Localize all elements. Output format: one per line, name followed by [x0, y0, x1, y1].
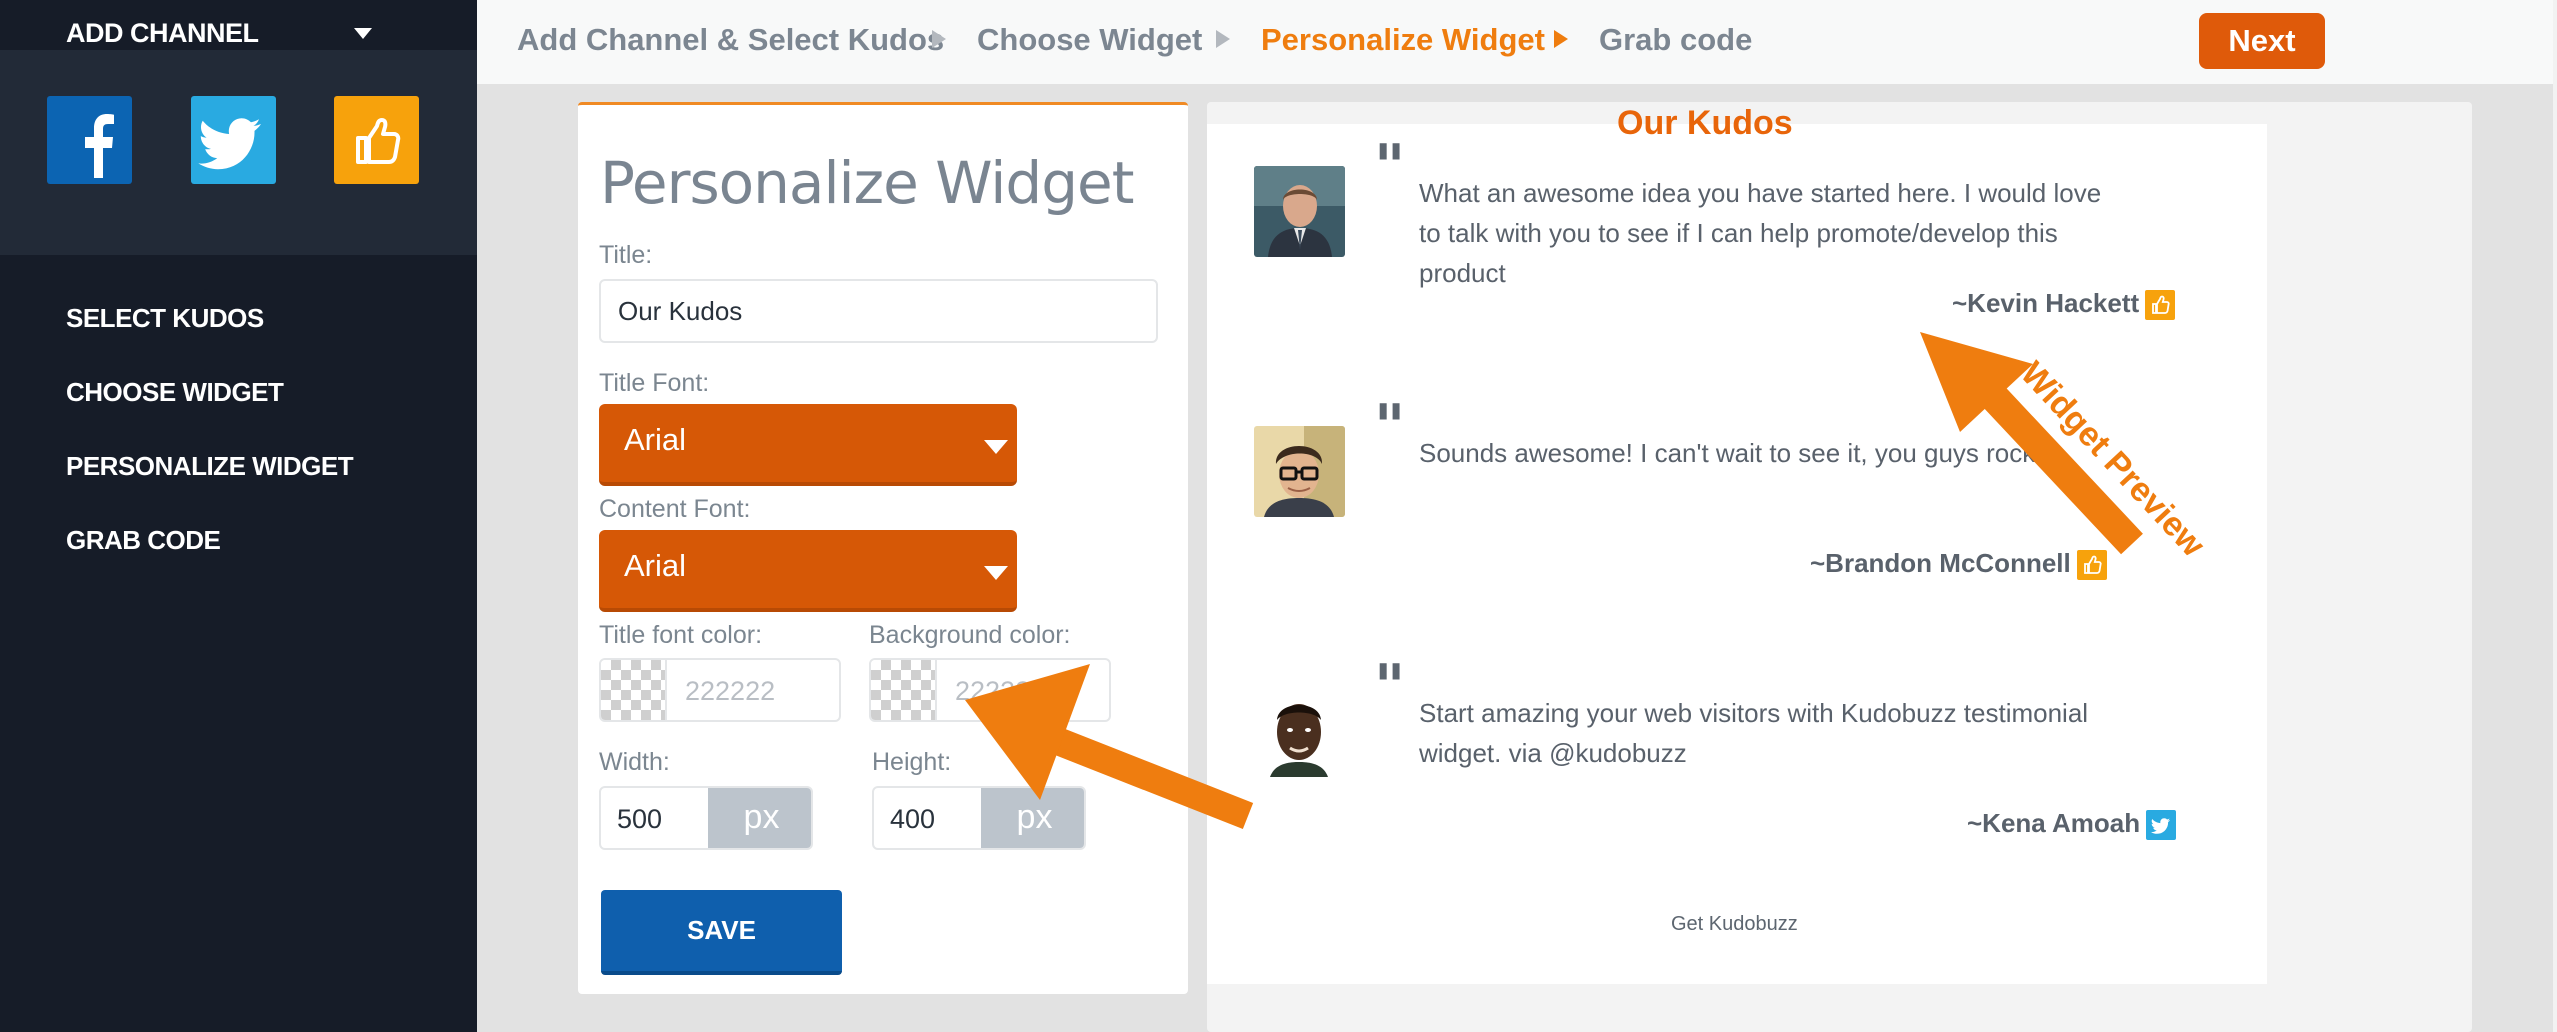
personalize-form-panel: Personalize Widget Title: Our Kudos Titl…	[578, 102, 1188, 994]
color-swatch[interactable]	[601, 660, 667, 720]
testimonial-author: ~Kevin Hackett	[1952, 288, 2176, 321]
caret-down-icon	[354, 28, 372, 39]
testimonial-author: ~Brandon McConnell	[1810, 548, 2107, 581]
testimonial-text: Sounds awesome! I can't wait to see it, …	[1419, 438, 2043, 468]
preview-title: Our Kudos	[1617, 104, 1793, 142]
caret-down-icon	[984, 566, 1008, 580]
twitter-channel-button[interactable]	[191, 96, 276, 184]
add-channel-label: ADD CHANNEL	[66, 18, 259, 48]
facebook-channel-button[interactable]	[47, 96, 132, 184]
twitter-icon	[198, 118, 261, 170]
add-channel-dropdown[interactable]: ADD CHANNEL	[0, 0, 477, 50]
next-button[interactable]: Next	[2199, 13, 2325, 69]
twitter-icon	[2146, 810, 2177, 841]
nav-personalize-widget[interactable]: PERSONALIZE WIDGET	[66, 451, 354, 482]
breadcrumb-arrow-icon	[1216, 30, 1230, 48]
height-input[interactable]: 400 px	[872, 786, 1086, 850]
avatar	[1254, 426, 1345, 517]
title-color-value: 222222	[685, 676, 776, 706]
background-color-label: Background color:	[869, 621, 1071, 649]
testimonial-text: What an awesome idea you have started he…	[1419, 178, 2102, 288]
width-unit: px	[708, 788, 811, 848]
kudobuzz-icon	[2145, 290, 2176, 321]
thumbs-up-icon	[356, 118, 401, 164]
author-name: ~Kevin Hackett	[1952, 288, 2140, 318]
avatar	[1254, 686, 1345, 777]
height-label: Height:	[872, 748, 952, 776]
get-kudobuzz-link[interactable]: Get Kudobuzz	[1671, 913, 1798, 936]
form-heading: Personalize Widget	[600, 149, 1134, 217]
title-font-value: Arial	[624, 422, 687, 457]
background-color-value: 222222	[955, 676, 1046, 706]
testimonial-author: ~Kena Amoah	[1967, 808, 2177, 841]
author-name: ~Brandon McConnell	[1810, 548, 2071, 578]
save-button[interactable]: SAVE	[601, 890, 842, 975]
content-font-label: Content Font:	[599, 495, 751, 523]
breadcrumb-arrow-icon	[932, 30, 946, 48]
quote-icon: "	[1374, 132, 1406, 202]
sidebar: ADD CHANNEL SELECT KUDOS CHOOSE WIDGET P…	[0, 0, 477, 1032]
content-font-value: Arial	[624, 548, 687, 583]
breadcrumb-step-grab-code[interactable]: Grab code	[1599, 22, 1752, 58]
nav-grab-code[interactable]: GRAB CODE	[66, 525, 221, 556]
author-name: ~Kena Amoah	[1967, 808, 2141, 838]
title-font-select[interactable]: Arial	[599, 404, 1017, 486]
title-label: Title:	[599, 241, 653, 269]
height-unit: px	[981, 788, 1084, 848]
color-swatch[interactable]	[871, 660, 937, 720]
right-edge	[2553, 0, 2557, 1032]
title-font-label: Title Font:	[599, 369, 710, 397]
width-input[interactable]: 500 px	[599, 786, 813, 850]
width-label: Width:	[599, 748, 670, 776]
facebook-icon	[85, 114, 114, 178]
quote-icon: "	[1374, 392, 1406, 462]
breadcrumb-arrow-icon	[1554, 30, 1568, 48]
kudobuzz-icon	[2076, 550, 2107, 581]
testimonial-text: Start amazing your web visitors with Kud…	[1419, 698, 2089, 768]
quote-icon: "	[1374, 652, 1406, 722]
breadcrumb-step-personalize-widget[interactable]: Personalize Widget	[1261, 22, 1545, 58]
title-input[interactable]: Our Kudos	[599, 279, 1158, 343]
width-value: 500	[617, 804, 663, 834]
breadcrumb-step-add-channel[interactable]: Add Channel & Select Kudos	[517, 22, 944, 58]
title-color-input[interactable]: 222222	[599, 658, 841, 722]
height-value: 400	[890, 804, 936, 834]
avatar	[1254, 166, 1345, 257]
breadcrumb-step-choose-widget[interactable]: Choose Widget	[977, 22, 1202, 58]
content-font-select[interactable]: Arial	[599, 530, 1017, 612]
kudobuzz-channel-button[interactable]	[334, 96, 419, 184]
nav-choose-widget[interactable]: CHOOSE WIDGET	[66, 377, 284, 408]
caret-down-icon	[984, 440, 1008, 454]
title-color-label: Title font color:	[599, 621, 763, 649]
nav-select-kudos[interactable]: SELECT KUDOS	[66, 303, 264, 334]
background-color-input[interactable]: 222222	[869, 658, 1111, 722]
